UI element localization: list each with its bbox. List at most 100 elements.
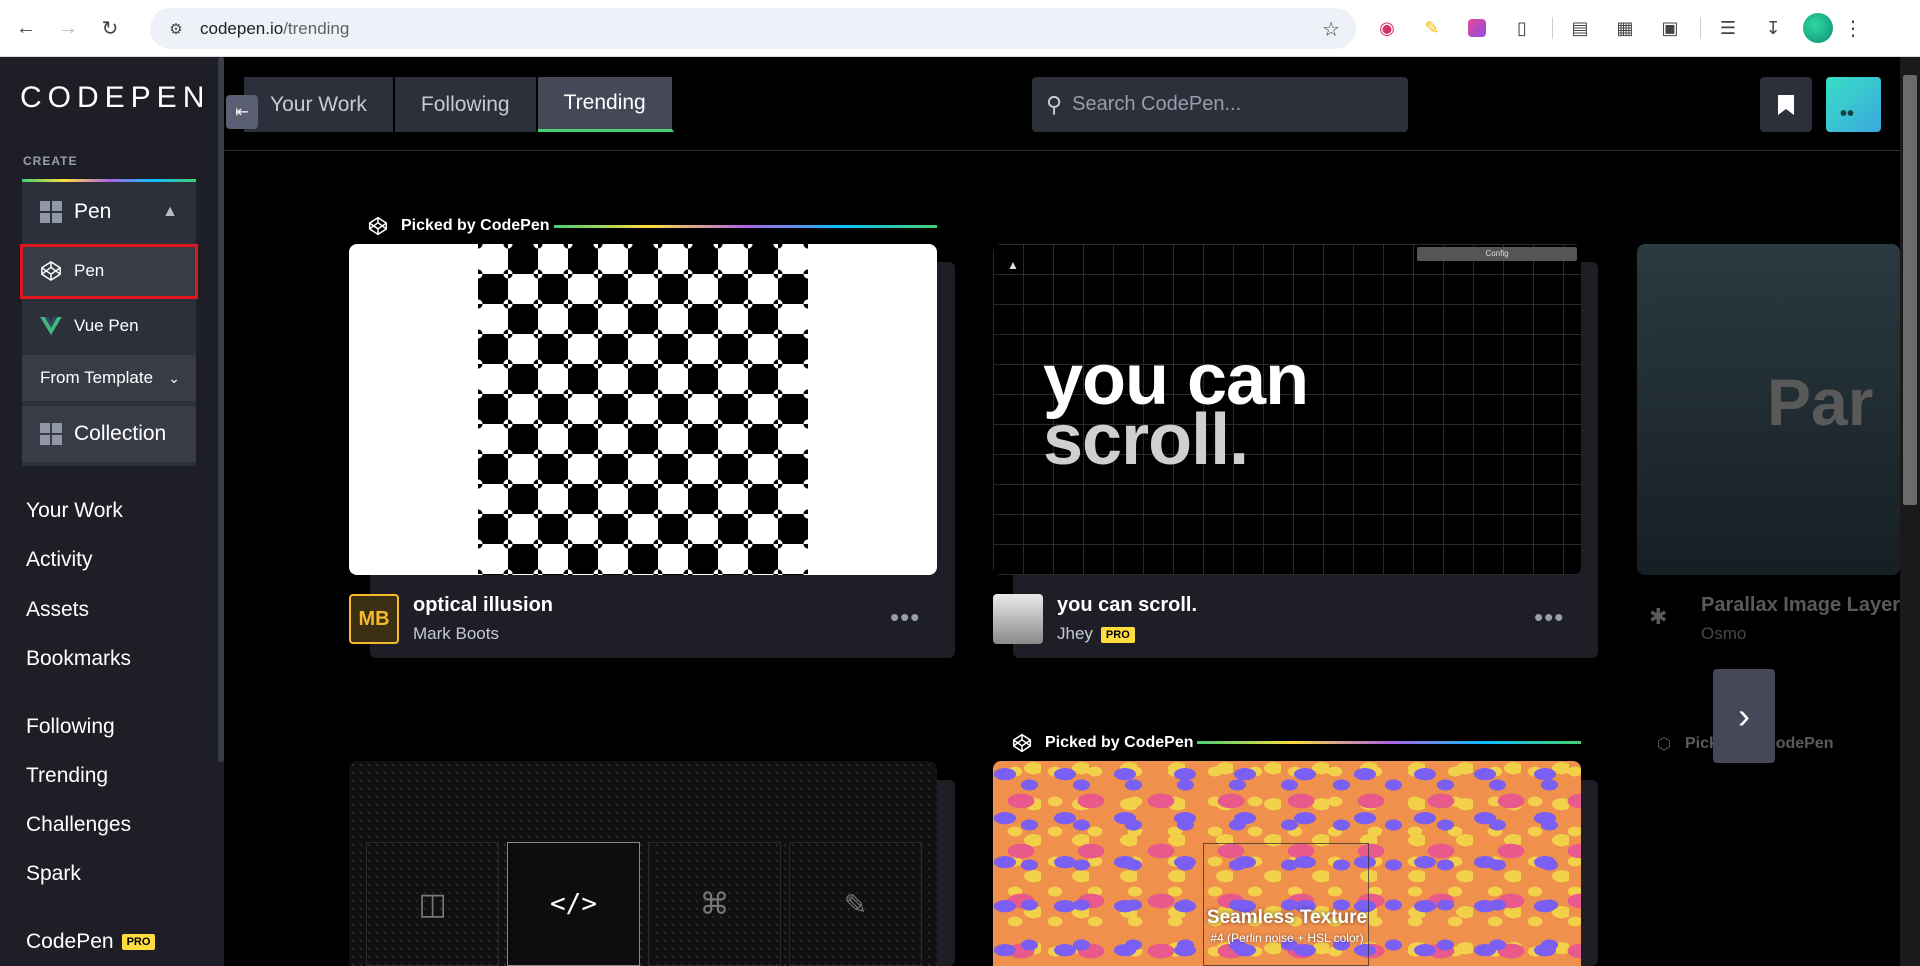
picked-label: Picked by CodePen xyxy=(1045,734,1194,751)
profile-avatar[interactable] xyxy=(1803,13,1833,43)
pen-author-row: Jhey PRO xyxy=(1057,624,1135,644)
tab-following[interactable]: Following xyxy=(394,77,538,132)
pen-title[interactable]: Parallax Image Layer xyxy=(1701,594,1900,617)
forward-arrow-icon[interactable]: → xyxy=(52,12,84,44)
more-options-icon[interactable]: ••• xyxy=(1534,602,1564,633)
eyedropper-icon: ✎ xyxy=(843,888,868,920)
qr-code-icon[interactable]: ▦ xyxy=(1610,13,1640,43)
pen-title[interactable]: optical illusion xyxy=(413,594,553,617)
sidebar-item-challenges[interactable]: Challenges xyxy=(26,813,131,837)
browser-menu-icon[interactable]: ⋮ xyxy=(1843,16,1863,41)
back-arrow-icon[interactable]: ← xyxy=(10,12,42,44)
pen-grid-icon xyxy=(40,201,62,223)
config-panel[interactable]: Config xyxy=(1417,247,1577,261)
from-template-label: From Template xyxy=(40,368,154,387)
search-field[interactable]: ⚲ xyxy=(1032,77,1408,132)
layout-tile[interactable]: ◫ xyxy=(366,842,499,966)
rainbow-line xyxy=(1197,741,1581,744)
toolbar-divider xyxy=(1700,17,1701,39)
chevron-down-icon: ⌄ xyxy=(168,369,180,386)
code-tile[interactable]: </> xyxy=(507,842,640,966)
command-tile[interactable]: ⌘ xyxy=(648,842,781,966)
rainbow-divider xyxy=(22,179,196,182)
vue-pen-menu-item[interactable]: Vue Pen xyxy=(22,300,196,352)
parallax-preview-text: Par xyxy=(1767,365,1874,439)
extension-pen-icon[interactable]: ✎ xyxy=(1417,13,1447,43)
sidebar: CODEPEN CREATE Pen ▲ Pen Vue Pen From Te… xyxy=(0,57,224,966)
more-options-icon[interactable]: ••• xyxy=(890,602,920,633)
config-label: Config xyxy=(1485,249,1509,258)
collection-menu-item[interactable]: Collection xyxy=(22,406,196,462)
sidebar-item-spark[interactable]: Spark xyxy=(26,862,81,886)
sidebar-item-codepen-pro[interactable]: CodePen PRO xyxy=(26,930,156,954)
avatar-face-icon: •• xyxy=(1840,103,1855,125)
reading-mode-icon[interactable]: ▤ xyxy=(1565,13,1595,43)
pen-preview-templates[interactable]: ◫ </> ⌘ ✎ xyxy=(349,761,937,966)
download-icon[interactable]: ↧ xyxy=(1758,13,1788,43)
collection-label: Collection xyxy=(74,422,167,445)
address-bar[interactable]: ⚙ codepen.io/trending ☆ xyxy=(150,8,1356,49)
codepen-icon xyxy=(1005,726,1039,760)
pen-author[interactable]: Jhey xyxy=(1057,624,1093,643)
sidebar-item-trending[interactable]: Trending xyxy=(26,764,108,788)
main-tabs: Your Work Following Trending xyxy=(244,77,674,132)
toolbar-divider xyxy=(1552,17,1553,39)
pen-title[interactable]: you can scroll. xyxy=(1057,594,1197,617)
layout-icon: ◫ xyxy=(418,887,447,921)
sidebar-scrollbar[interactable] xyxy=(218,57,224,762)
rainbow-line xyxy=(554,225,937,228)
codepen-pro-label: CodePen xyxy=(26,930,114,953)
codepen-logo[interactable]: CODEPEN xyxy=(20,81,210,115)
from-template-menu-item[interactable]: From Template ⌄ xyxy=(22,355,196,401)
pen-preview-optical-illusion[interactable] xyxy=(349,244,937,575)
pen-author[interactable]: Osmo xyxy=(1701,624,1746,644)
checkerboard-dots xyxy=(478,244,808,575)
site-settings-icon[interactable]: ⚙ xyxy=(164,20,188,38)
url-text: codepen.io/trending xyxy=(200,18,350,38)
tab-your-work[interactable]: Your Work xyxy=(244,77,395,132)
pro-badge: PRO xyxy=(1100,626,1135,643)
pen-author[interactable]: Mark Boots xyxy=(413,624,499,644)
code-icon: </> xyxy=(550,889,597,919)
carousel-next-button[interactable]: › xyxy=(1713,669,1775,763)
texture-frame xyxy=(1203,843,1369,966)
picked-label: Picked by CodePen xyxy=(401,217,550,234)
pen-preview-you-can-scroll[interactable]: Config ▲ you can scroll. xyxy=(993,244,1581,575)
sidebar-item-assets[interactable]: Assets xyxy=(26,598,89,622)
selection-highlight xyxy=(20,244,198,299)
media-queue-icon[interactable]: ☰ xyxy=(1713,13,1743,43)
pen-preview-seamless-texture[interactable]: Seamless Texture #4 (Perlin noise + HSL … xyxy=(993,761,1581,966)
extension-colorwheel-icon[interactable]: ◉ xyxy=(1372,13,1402,43)
chevron-right-icon: › xyxy=(1738,695,1750,736)
preview-heading-line-2: scroll. xyxy=(1043,400,1249,480)
sidebar-item-your-work[interactable]: Your Work xyxy=(26,499,123,523)
page-scrollbar-thumb[interactable] xyxy=(1903,75,1917,505)
command-icon: ⌘ xyxy=(699,887,730,921)
search-icon: ⚲ xyxy=(1046,91,1063,117)
sparkle-icon: ✱ xyxy=(1649,604,1668,629)
create-label: CREATE xyxy=(23,154,78,168)
vue-pen-label: Vue Pen xyxy=(74,316,139,335)
tab-trending[interactable]: Trending xyxy=(537,77,674,132)
user-avatar-button[interactable]: •• xyxy=(1826,77,1881,132)
extension-gradient-icon[interactable] xyxy=(1462,13,1492,43)
author-avatar[interactable]: MB xyxy=(349,594,399,644)
bookmark-star-icon[interactable]: ☆ xyxy=(1322,17,1340,42)
pen-dropdown-toggle[interactable]: Pen ▲ xyxy=(22,184,196,240)
sidebar-item-following[interactable]: Following xyxy=(26,715,115,739)
extensions-puzzle-icon[interactable]: ▯ xyxy=(1507,13,1537,43)
pen-preview-parallax[interactable]: Par xyxy=(1637,244,1900,575)
dropper-tile[interactable]: ✎ xyxy=(789,842,922,966)
author-avatar[interactable] xyxy=(993,594,1043,644)
reload-icon[interactable]: ↻ xyxy=(94,12,126,44)
pen-toggle-label: Pen xyxy=(74,200,112,223)
sidebar-item-bookmarks[interactable]: Bookmarks xyxy=(26,647,131,671)
search-input[interactable] xyxy=(1072,93,1373,116)
sidebar-item-activity[interactable]: Activity xyxy=(26,548,93,572)
bookmarks-button[interactable] xyxy=(1760,77,1812,132)
collapse-sidebar-icon[interactable]: ⇤ xyxy=(226,95,258,129)
vue-icon xyxy=(40,317,62,335)
codepen-icon xyxy=(361,209,395,243)
extensions-area: ◉ ✎ ▯ ▤ ▦ ▣ ☰ ↧ ⋮ xyxy=(1372,12,1863,44)
translate-icon[interactable]: ▣ xyxy=(1655,13,1685,43)
